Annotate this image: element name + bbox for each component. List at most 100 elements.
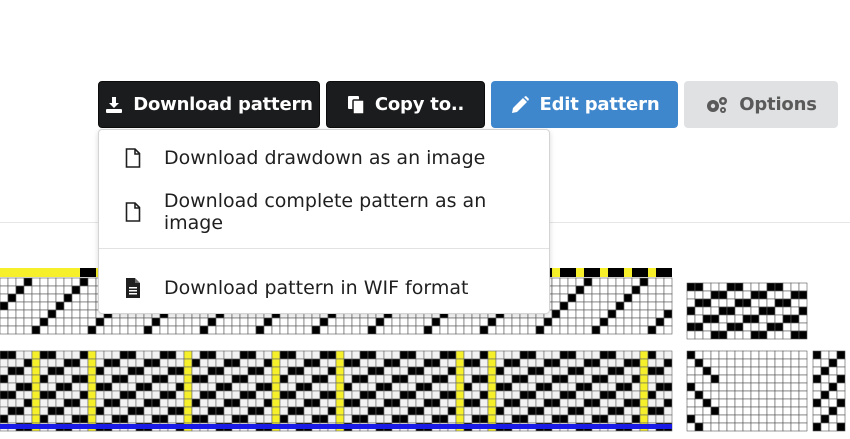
drawdown-cell xyxy=(103,382,113,392)
grid-cell xyxy=(742,290,752,300)
drawdown-cell xyxy=(655,350,665,360)
grid-cell xyxy=(734,398,744,408)
drawdown-cell xyxy=(583,406,593,416)
drawdown-cell xyxy=(159,374,169,384)
warp-colour xyxy=(16,268,24,277)
drawdown-cell xyxy=(431,350,441,360)
drawdown-cell xyxy=(407,406,417,416)
grid-cell xyxy=(750,406,760,416)
drawdown-cell xyxy=(495,406,505,416)
grid-cell xyxy=(623,325,633,335)
drawdown-cell xyxy=(223,398,233,408)
drawdown-cell xyxy=(615,414,625,424)
drawdown-cell xyxy=(551,390,561,400)
grid-cell xyxy=(63,309,73,319)
grid-cell xyxy=(766,306,776,316)
drawdown-cell xyxy=(447,398,457,408)
drawdown-cell xyxy=(607,374,617,384)
drawdown-cell xyxy=(367,382,377,392)
drawdown-cell xyxy=(303,366,313,376)
download-complete-pattern-image-item[interactable]: Download complete pattern as an image xyxy=(99,186,549,238)
grid-cell xyxy=(758,406,768,416)
drawdown-cell xyxy=(663,374,673,384)
drawdown-cell xyxy=(55,390,65,400)
drawdown-cell xyxy=(575,358,585,368)
drawdown-cell xyxy=(623,406,633,416)
drawdown-cell xyxy=(239,358,249,368)
drawdown-cell xyxy=(431,374,441,384)
grid-cell xyxy=(39,285,49,295)
drawdown-cell xyxy=(287,398,297,408)
copy-to-button[interactable]: Copy to.. xyxy=(326,81,485,128)
grid-cell xyxy=(734,350,744,360)
menu-divider xyxy=(99,248,549,249)
grid-cell xyxy=(734,298,744,308)
grid-cell xyxy=(766,298,776,308)
drawdown-cell xyxy=(399,390,409,400)
grid-cell xyxy=(415,317,425,327)
grid-cell xyxy=(23,293,33,303)
drawdown-cell xyxy=(503,390,513,400)
grid-cell xyxy=(39,277,49,287)
grid-cell xyxy=(23,277,33,287)
grid-cell xyxy=(47,309,57,319)
options-button[interactable]: Options xyxy=(684,81,838,128)
drawdown-cell xyxy=(399,366,409,376)
drawdown-cell xyxy=(183,390,193,400)
grid-cell xyxy=(686,330,696,340)
drawdown-cell xyxy=(407,382,417,392)
grid-cell xyxy=(495,317,505,327)
drawdown-cell xyxy=(63,398,73,408)
drawdown-cell xyxy=(319,366,329,376)
drawdown-cell xyxy=(55,350,65,360)
download-drawdown-image-item[interactable]: Download drawdown as an image xyxy=(99,132,549,184)
drawdown-cell xyxy=(559,382,569,392)
grid-cell xyxy=(742,382,752,392)
grid-cell xyxy=(79,325,89,335)
grid-cell xyxy=(39,325,49,335)
drawdown-cell xyxy=(231,398,241,408)
grid-cell xyxy=(766,374,776,384)
warp-colour xyxy=(88,268,96,277)
drawdown-cell xyxy=(287,390,297,400)
grid-cell xyxy=(231,317,241,327)
edit-pattern-button[interactable]: Edit pattern xyxy=(491,81,678,128)
grid-cell xyxy=(591,301,601,311)
drawdown-cell xyxy=(455,366,465,376)
download-wif-format-item[interactable]: Download pattern in WIF format xyxy=(99,262,549,314)
warp-colour xyxy=(80,268,88,277)
drawdown-cell xyxy=(135,406,145,416)
grid-cell xyxy=(836,406,846,416)
grid-cell xyxy=(774,374,784,384)
grid-cell xyxy=(828,382,838,392)
drawdown-cell xyxy=(183,358,193,368)
drawdown-cell xyxy=(191,398,201,408)
drawdown-cell xyxy=(479,374,489,384)
drawdown-cell xyxy=(359,398,369,408)
drawdown-cell xyxy=(215,414,225,424)
drawdown-cell xyxy=(383,358,393,368)
drawdown-cell xyxy=(239,390,249,400)
grid-cell xyxy=(782,374,792,384)
drawdown-cell xyxy=(87,382,97,392)
grid-cell xyxy=(31,285,41,295)
grid-cell xyxy=(798,306,808,316)
grid-cell xyxy=(551,309,561,319)
drawdown-cell xyxy=(71,358,81,368)
grid-cell xyxy=(55,285,65,295)
grid-cell xyxy=(335,325,345,335)
grid-cell xyxy=(631,277,641,287)
drawdown-cell xyxy=(111,398,121,408)
drawdown-cell xyxy=(0,350,9,360)
grid-cell xyxy=(798,374,808,384)
drawdown-cell xyxy=(567,406,577,416)
download-pattern-button[interactable]: Download pattern xyxy=(98,81,320,128)
drawdown-cell xyxy=(615,366,625,376)
grid-cell xyxy=(663,277,673,287)
grid-cell xyxy=(812,350,822,360)
grid-cell xyxy=(39,293,49,303)
grid-cell xyxy=(23,317,33,327)
drawdown-cell xyxy=(343,382,353,392)
drawdown-cell xyxy=(431,406,441,416)
drawdown-cell xyxy=(223,382,233,392)
